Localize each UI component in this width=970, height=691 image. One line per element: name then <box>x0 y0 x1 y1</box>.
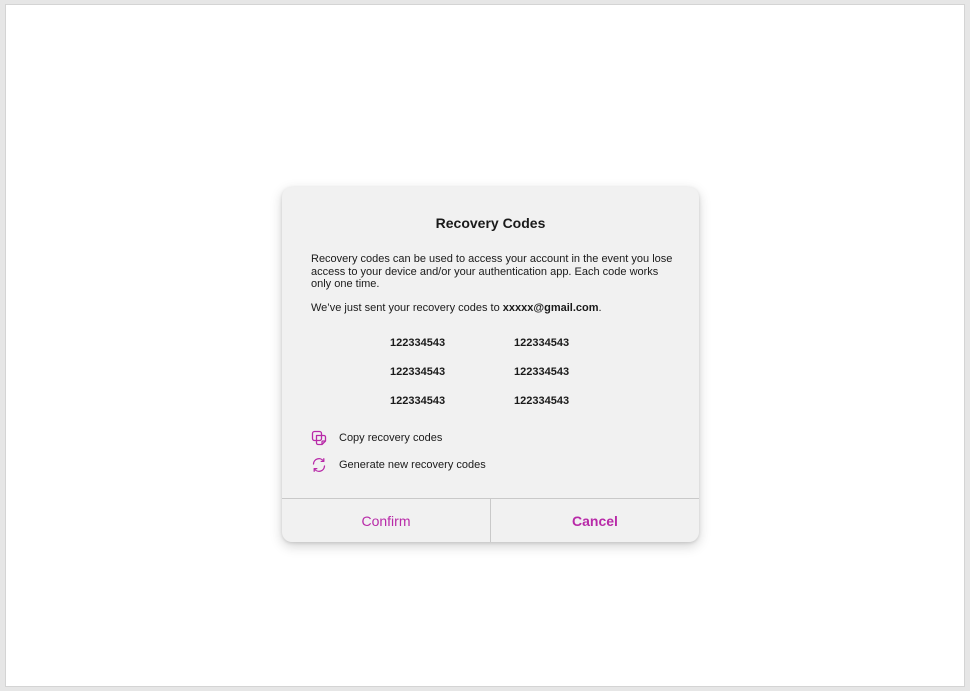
email-address: xxxxx@gmail.com <box>502 302 599 314</box>
dialog-description: Recovery codes can be used to access you… <box>311 253 673 291</box>
generate-recovery-codes-label: Generate new recovery codes <box>339 459 486 471</box>
recovery-code: 122334543 <box>390 395 446 407</box>
copy-recovery-codes-label: Copy recovery codes <box>339 432 443 444</box>
page-canvas: Recovery Codes Recovery codes can be use… <box>5 4 965 687</box>
recovery-codes-dialog: Recovery Codes Recovery codes can be use… <box>282 187 699 542</box>
copy-recovery-codes-action[interactable]: Copy recovery codes <box>311 430 442 446</box>
confirm-button[interactable]: Confirm <box>282 499 491 542</box>
refresh-icon <box>311 457 327 473</box>
dialog-title: Recovery Codes <box>435 215 546 231</box>
copy-icon <box>311 430 327 446</box>
dialog-footer: Confirm Cancel <box>282 498 699 542</box>
recovery-code: 122334543 <box>514 366 570 378</box>
recovery-code: 122334543 <box>390 366 446 378</box>
sent-notice: We’ve just sent your recovery codes to x… <box>311 302 681 314</box>
recovery-code: 122334543 <box>514 337 570 349</box>
sent-notice-suffix: . <box>598 302 602 314</box>
generate-recovery-codes-action[interactable]: Generate new recovery codes <box>311 457 486 473</box>
recovery-code: 122334543 <box>514 395 570 407</box>
sent-notice-prefix: We’ve just sent your recovery codes to <box>311 302 503 314</box>
cancel-button[interactable]: Cancel <box>491 499 699 542</box>
recovery-code: 122334543 <box>390 337 446 349</box>
